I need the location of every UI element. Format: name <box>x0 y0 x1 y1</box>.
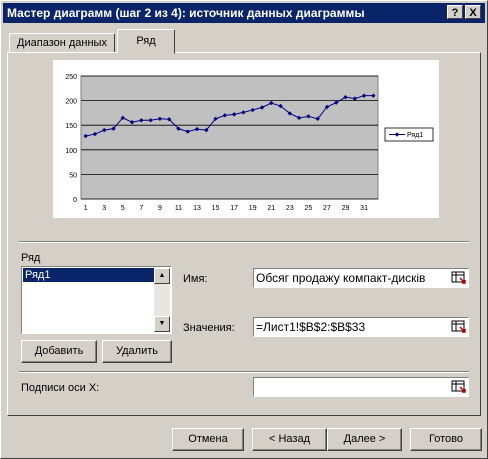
x-tick-label: 5 <box>121 205 125 212</box>
back-button[interactable]: < Назад <box>252 428 327 451</box>
values-field-label: Значения: <box>183 322 235 334</box>
x-tick-label: 25 <box>304 205 312 212</box>
y-tick-label: 250 <box>65 74 77 81</box>
remove-series-button[interactable]: Удалить <box>102 340 172 363</box>
x-tick-label: 29 <box>342 205 350 212</box>
help-button[interactable]: ? <box>447 5 463 19</box>
y-tick-label: 100 <box>65 148 77 155</box>
x-tick-label: 9 <box>158 205 162 212</box>
x-tick-label: 27 <box>323 205 331 212</box>
series-values-field[interactable]: =Лист1!$B$2:$B$33 <box>253 317 469 337</box>
y-tick-label: 150 <box>65 123 77 130</box>
divider <box>19 241 469 243</box>
tab-series[interactable]: Ряд <box>117 29 175 54</box>
x-tick-label: 15 <box>212 205 220 212</box>
series-section-label: Ряд <box>21 252 41 264</box>
next-button[interactable]: Далее > <box>327 428 402 451</box>
x-tick-label: 17 <box>230 205 238 212</box>
x-labels-field-label: Подписи оси X: <box>21 382 100 394</box>
divider <box>19 371 469 373</box>
x-tick-label: 7 <box>139 205 143 212</box>
x-tick-label: 1 <box>84 205 88 212</box>
series-name-value: Обсяг продажу компакт-дисків <box>256 271 426 285</box>
legend-label: Ряд1 <box>407 132 423 139</box>
x-tick-label: 19 <box>249 205 257 212</box>
series-values-value: =Лист1!$B$2:$B$33 <box>256 320 366 334</box>
x-tick-label: 21 <box>267 205 275 212</box>
x-tick-label: 31 <box>360 205 368 212</box>
cancel-button[interactable]: Отмена <box>172 428 244 451</box>
range-select-icon[interactable] <box>451 379 467 395</box>
add-series-button[interactable]: Добавить <box>21 340 97 363</box>
range-select-icon[interactable] <box>451 319 467 335</box>
series-name-field[interactable]: Обсяг продажу компакт-дисків <box>253 268 469 288</box>
x-tick-label: 3 <box>102 205 106 212</box>
y-tick-label: 200 <box>65 99 77 106</box>
x-tick-label: 11 <box>175 205 182 212</box>
finish-button[interactable]: Готово <box>410 428 482 451</box>
title-bar: Мастер диаграмм (шаг 2 из 4): источник д… <box>3 3 485 23</box>
scroll-up-icon[interactable]: ▲ <box>154 268 170 284</box>
x-labels-field[interactable] <box>253 377 469 397</box>
y-tick-label: 0 <box>73 197 77 204</box>
plot-area <box>80 75 379 200</box>
window-title: Мастер диаграмм (шаг 2 из 4): источник д… <box>7 6 365 20</box>
tab-series-label: Ряд <box>136 35 156 47</box>
tab-data-range[interactable]: Диапазон данных <box>9 33 115 53</box>
series-list-item[interactable]: Ряд1 <box>23 268 156 282</box>
x-tick-label: 13 <box>193 205 201 212</box>
scroll-down-icon[interactable]: ▼ <box>154 316 170 332</box>
name-field-label: Имя: <box>183 273 208 285</box>
close-button[interactable]: X <box>465 5 481 19</box>
chart-wizard-dialog: Мастер диаграмм (шаг 2 из 4): источник д… <box>0 0 488 459</box>
x-tick-label: 23 <box>286 205 294 212</box>
line-chart: 0501001502002501 3 5 7 9 11 13 15 17 19 21 23 25 27 29… <box>65 74 434 212</box>
series-listbox[interactable]: Ряд1 ▲ ▼ <box>21 266 172 334</box>
range-select-icon[interactable] <box>451 270 467 286</box>
tab-data-range-label: Диапазон данных <box>17 37 107 49</box>
series-list-scrollbar[interactable]: ▲ ▼ <box>154 268 170 332</box>
y-tick-label: 50 <box>69 172 77 179</box>
chart-preview: 0 50 100 150 200 250 1 3 5 7 9 11 13 15 17 19 21 23 25 27 29… <box>53 60 439 218</box>
